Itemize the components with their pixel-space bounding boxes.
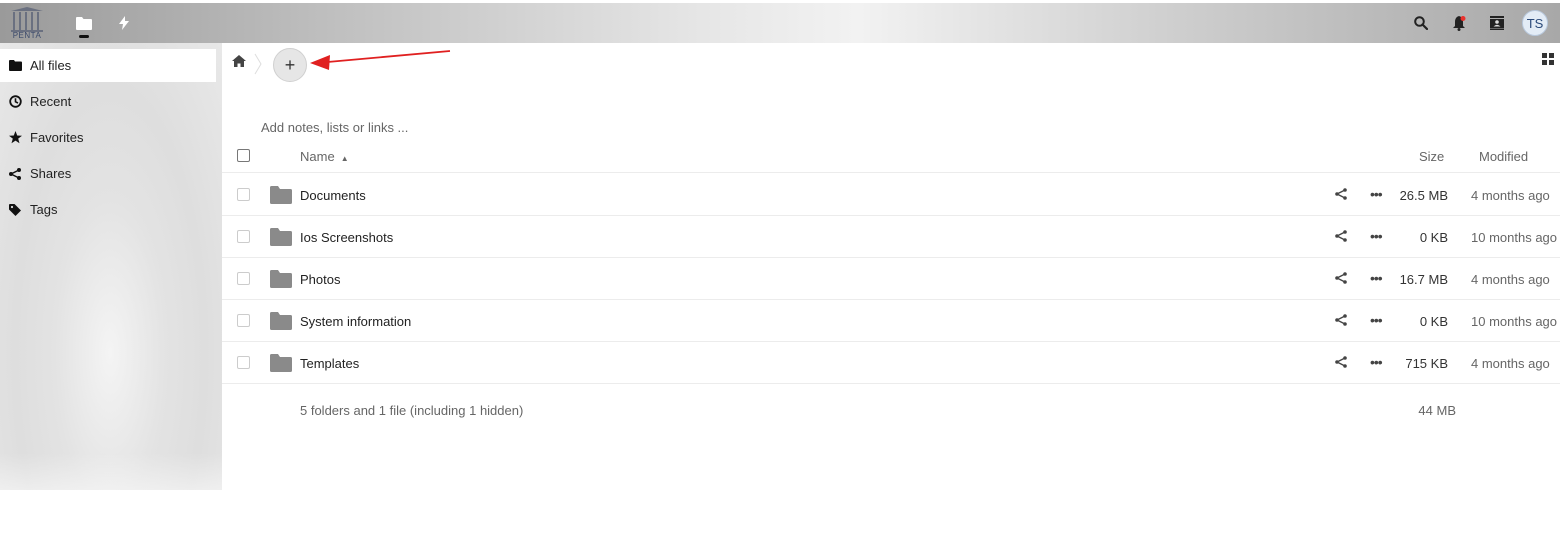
share-action[interactable] bbox=[1335, 230, 1347, 245]
sidebar-item-label: Shares bbox=[30, 166, 72, 181]
sidebar-item-label: All files bbox=[30, 58, 72, 73]
file-name[interactable]: Documents bbox=[300, 188, 366, 203]
folder-icon bbox=[270, 312, 292, 330]
breadcrumb-separator bbox=[254, 53, 262, 78]
file-name[interactable]: System information bbox=[300, 314, 411, 329]
breadcrumb-home[interactable] bbox=[232, 55, 248, 71]
share-icon bbox=[1335, 314, 1347, 326]
contacts-button[interactable] bbox=[1478, 3, 1516, 43]
folder-icon bbox=[270, 354, 292, 372]
file-list-header: Name ▲ Size Modified bbox=[222, 143, 1560, 173]
table-row[interactable]: System information ••• 0 KB 10 months ag… bbox=[222, 300, 1560, 342]
grid-view-toggle[interactable] bbox=[1542, 53, 1556, 67]
share-icon bbox=[9, 167, 21, 180]
sidebar-item-all-files[interactable]: All files bbox=[0, 49, 216, 82]
folder-icon bbox=[8, 60, 22, 71]
file-size: 0 KB bbox=[1419, 314, 1448, 329]
file-size: 0 KB bbox=[1419, 230, 1448, 245]
logo-icon bbox=[11, 6, 43, 32]
share-action[interactable] bbox=[1335, 188, 1347, 203]
file-modified: 4 months ago bbox=[1471, 356, 1550, 371]
table-row[interactable]: Templates ••• 715 KB 4 months ago bbox=[222, 342, 1560, 384]
user-menu[interactable]: TS bbox=[1516, 3, 1554, 43]
notifications-button[interactable] bbox=[1440, 3, 1478, 43]
share-icon bbox=[1335, 356, 1347, 368]
sidebar-item-tags[interactable]: Tags bbox=[0, 193, 216, 226]
avatar: TS bbox=[1522, 10, 1548, 36]
home-icon bbox=[232, 55, 246, 67]
more-actions-icon[interactable]: ••• bbox=[1370, 313, 1383, 327]
share-action[interactable] bbox=[1335, 314, 1347, 329]
share-icon bbox=[1335, 188, 1347, 200]
row-checkbox[interactable] bbox=[237, 272, 250, 285]
more-actions-icon[interactable]: ••• bbox=[1370, 271, 1383, 285]
active-app-indicator bbox=[79, 35, 89, 38]
app-header: PENTA TS bbox=[0, 3, 1560, 43]
file-size: 26.5 MB bbox=[1399, 188, 1448, 203]
grid-icon bbox=[1542, 53, 1554, 65]
sidebar-item-label: Tags bbox=[30, 202, 58, 217]
search-icon bbox=[1414, 16, 1428, 30]
file-modified: 10 months ago bbox=[1471, 314, 1558, 329]
app-files[interactable] bbox=[64, 3, 104, 43]
file-modified: 4 months ago bbox=[1471, 188, 1550, 203]
star-icon bbox=[8, 131, 22, 144]
column-name[interactable]: Name ▲ bbox=[300, 149, 349, 164]
file-name[interactable]: Templates bbox=[300, 356, 359, 371]
notifications-icon bbox=[1453, 15, 1466, 31]
table-row[interactable]: Photos ••• 16.7 MB 4 months ago bbox=[222, 258, 1560, 300]
files-main: + Add notes, lists or links ... Name ▲ Si… bbox=[222, 43, 1560, 525]
more-actions-icon[interactable]: ••• bbox=[1370, 355, 1383, 369]
sidebar-item-favorites[interactable]: Favorites bbox=[0, 121, 216, 154]
file-list-summary: 5 folders and 1 file (including 1 hidden… bbox=[300, 403, 524, 418]
folder-icon bbox=[76, 16, 92, 30]
more-actions-icon[interactable]: ••• bbox=[1370, 229, 1383, 243]
row-checkbox[interactable] bbox=[237, 230, 250, 243]
file-name[interactable]: Photos bbox=[300, 272, 340, 287]
row-checkbox[interactable] bbox=[237, 356, 250, 369]
column-modified[interactable]: Modified bbox=[1479, 149, 1528, 164]
more-actions-icon[interactable]: ••• bbox=[1370, 187, 1383, 201]
select-all-checkbox[interactable] bbox=[237, 149, 250, 162]
folder-icon bbox=[270, 228, 292, 246]
file-size: 16.7 MB bbox=[1399, 272, 1448, 287]
share-action[interactable] bbox=[1335, 272, 1347, 287]
table-row[interactable]: Ios Screenshots ••• 0 KB 10 months ago bbox=[222, 216, 1560, 258]
sidebar-item-recent[interactable]: Recent bbox=[0, 85, 216, 118]
column-size[interactable]: Size bbox=[1419, 149, 1444, 164]
sidebar-item-label: Recent bbox=[30, 94, 72, 109]
logo[interactable]: PENTA bbox=[4, 3, 50, 43]
folder-icon bbox=[270, 186, 292, 204]
search-button[interactable] bbox=[1402, 3, 1440, 43]
clock-icon bbox=[8, 95, 22, 108]
file-name[interactable]: Ios Screenshots bbox=[300, 230, 393, 245]
share-icon bbox=[1335, 272, 1347, 284]
sidebar-item-label: Favorites bbox=[30, 130, 84, 145]
row-checkbox[interactable] bbox=[237, 314, 250, 327]
chevron-right-icon bbox=[254, 53, 262, 75]
sort-ascending-icon: ▲ bbox=[340, 154, 349, 163]
file-modified: 10 months ago bbox=[1471, 230, 1558, 245]
contacts-icon bbox=[1490, 16, 1504, 30]
file-list-total-size: 44 MB bbox=[1418, 403, 1456, 418]
tag-icon bbox=[9, 203, 21, 216]
sidebar: All files Recent Favorites Shares Tags bbox=[0, 43, 222, 533]
sidebar-fade bbox=[0, 453, 222, 533]
sidebar-item-shares[interactable]: Shares bbox=[0, 157, 216, 190]
new-button[interactable]: + bbox=[273, 48, 307, 82]
logo-text: PENTA bbox=[12, 30, 42, 40]
row-checkbox[interactable] bbox=[237, 188, 250, 201]
table-row[interactable]: Documents ••• 26.5 MB 4 months ago bbox=[222, 174, 1560, 216]
folder-icon bbox=[270, 270, 292, 288]
file-modified: 4 months ago bbox=[1471, 272, 1550, 287]
lightning-icon bbox=[119, 16, 129, 30]
share-icon bbox=[1335, 230, 1347, 242]
rich-workspace-placeholder[interactable]: Add notes, lists or links ... bbox=[261, 120, 408, 135]
file-size: 715 KB bbox=[1405, 356, 1448, 371]
app-activity[interactable] bbox=[104, 3, 144, 43]
share-action[interactable] bbox=[1335, 356, 1347, 371]
